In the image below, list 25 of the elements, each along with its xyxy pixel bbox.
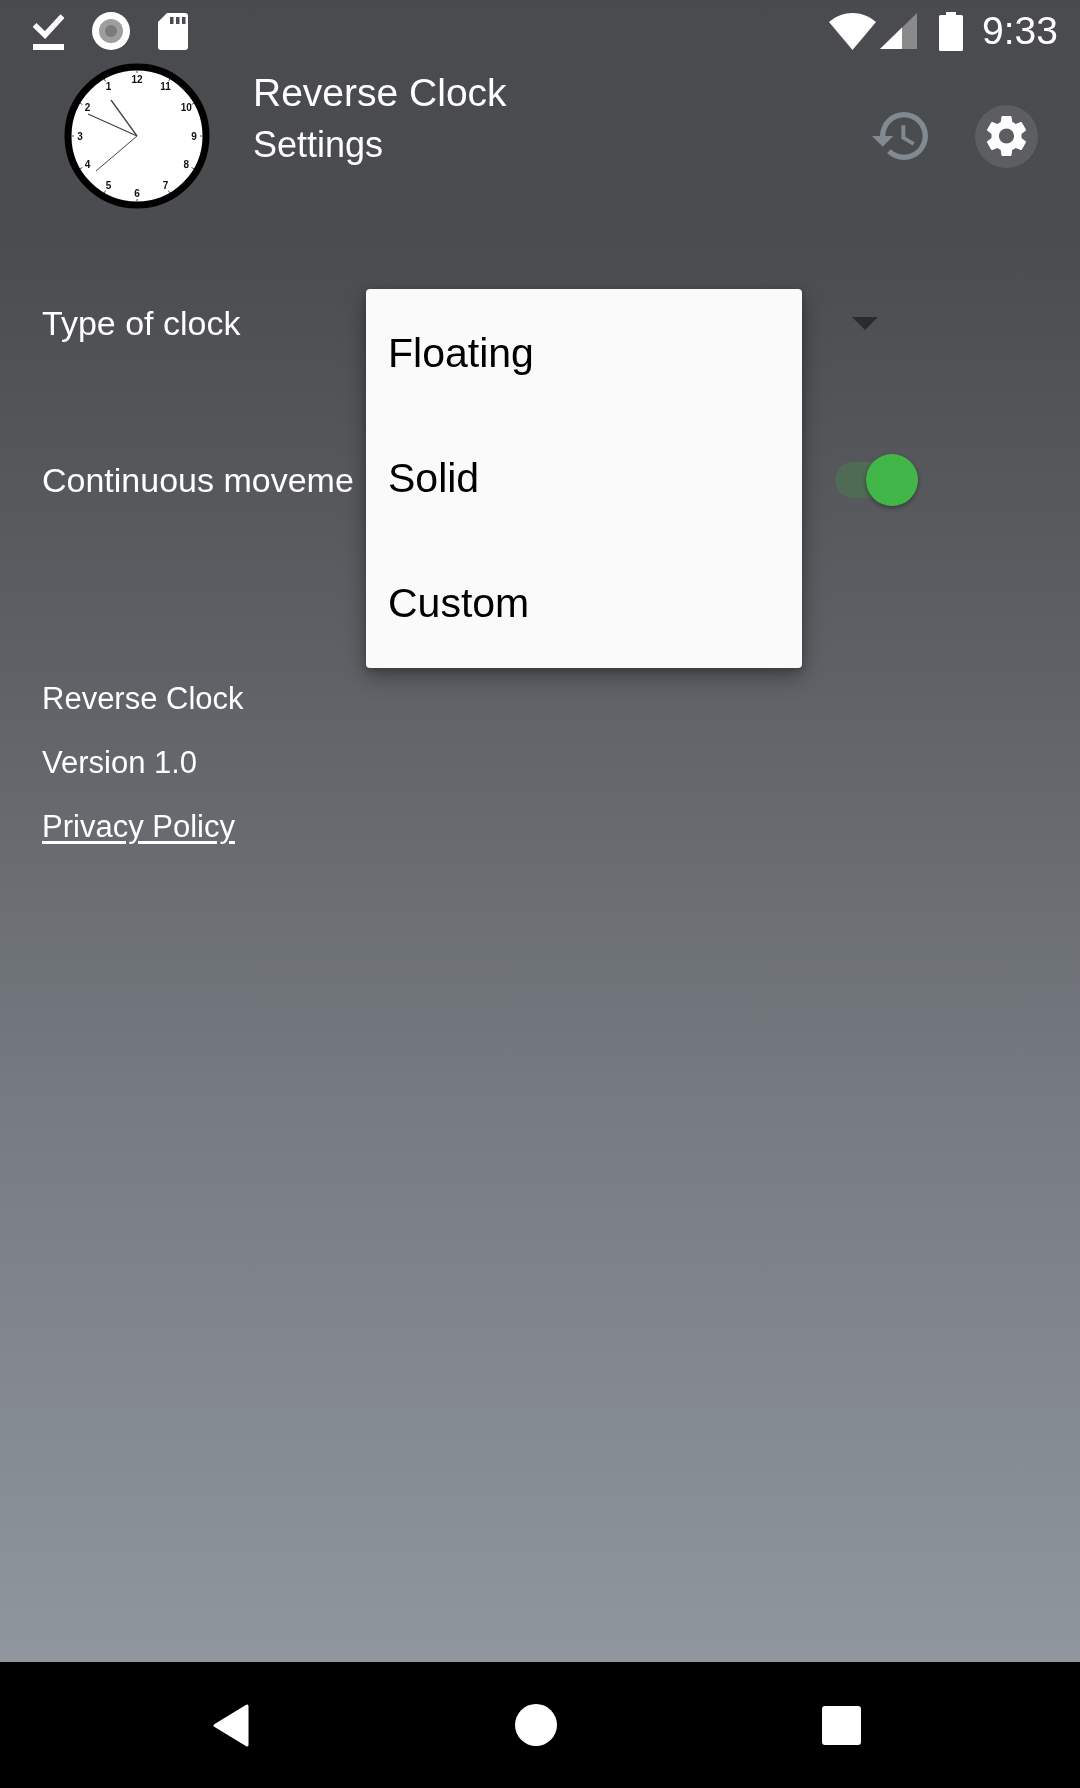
sd-card-icon <box>158 12 188 50</box>
wifi-icon <box>829 12 877 50</box>
check-line-icon <box>33 12 64 50</box>
menu-item[interactable]: Floating <box>366 291 802 416</box>
clock-logo: 12 11 10 9 8 7 6 5 4 3 2 1 <box>63 62 211 210</box>
toggle-switch[interactable] <box>835 454 918 506</box>
menu-item[interactable]: Custom <box>366 541 802 666</box>
back-icon[interactable] <box>213 1703 250 1747</box>
privacy-policy-link[interactable]: Privacy Policy <box>42 807 235 847</box>
setting-label: Continuous moveme <box>42 460 354 500</box>
circle-icon <box>92 12 130 50</box>
status-time: 9:33 <box>982 9 1058 53</box>
app-title: Reverse Clock <box>253 70 507 116</box>
menu-item[interactable]: Solid <box>366 416 802 541</box>
version-text: Version 1.0 <box>42 744 198 782</box>
history-button[interactable] <box>872 112 928 160</box>
recents-icon[interactable] <box>822 1705 861 1745</box>
screen-subtitle: Settings <box>253 124 384 166</box>
home-icon[interactable] <box>515 1704 557 1746</box>
history-icon <box>872 112 928 160</box>
signal-icon <box>880 13 918 49</box>
gear-icon <box>986 115 1027 157</box>
app-name-text: Reverse Clock <box>42 680 244 718</box>
setting-label: Type of clock <box>42 303 241 343</box>
battery-icon <box>939 11 964 51</box>
